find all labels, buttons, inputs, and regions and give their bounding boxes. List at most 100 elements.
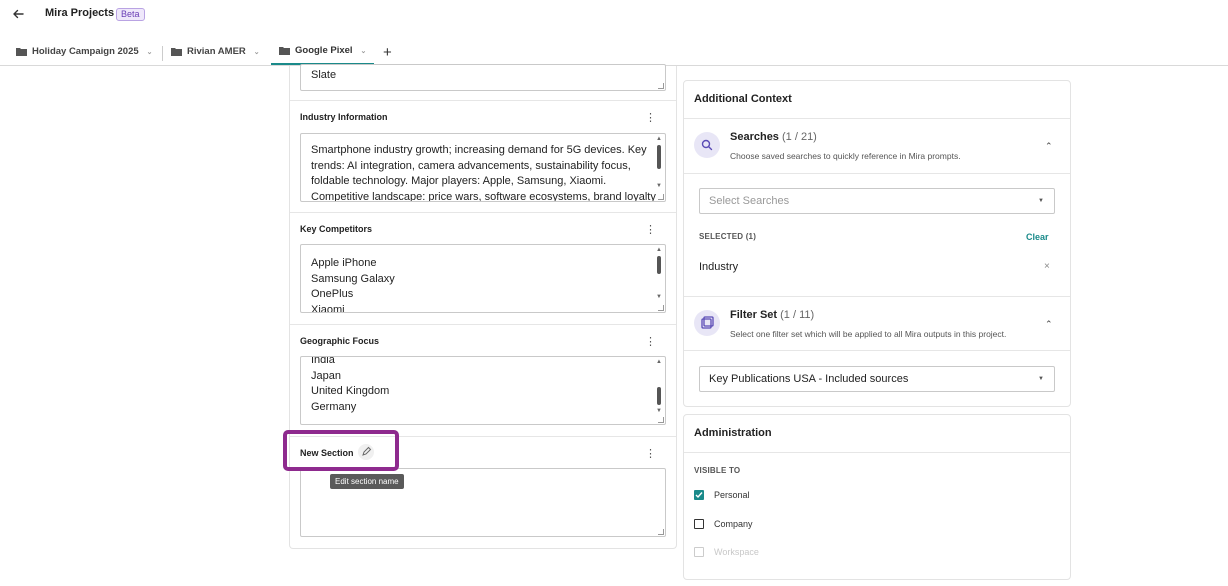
collapse-searches-icon[interactable]: ⌃ bbox=[1045, 141, 1053, 152]
filter-set-count: (1 / 11) bbox=[780, 309, 815, 321]
divider bbox=[684, 173, 1070, 174]
divider bbox=[684, 452, 1070, 453]
searches-count: (1 / 21) bbox=[782, 131, 817, 143]
divider bbox=[684, 350, 1070, 351]
additional-context-card: Additional Context Searches (1 / 21) Cho… bbox=[683, 80, 1071, 407]
top-bar: Mira Projects Beta bbox=[0, 0, 1228, 30]
scroll-up-icon[interactable]: ▲ bbox=[656, 136, 662, 142]
scroll-thumb[interactable] bbox=[657, 387, 661, 405]
scrollbar[interactable]: ▲ ▼ bbox=[656, 136, 662, 189]
section-title: Geographic Focus bbox=[300, 336, 380, 346]
divider bbox=[684, 296, 1070, 297]
geo-textarea[interactable]: India Japan United Kingdom Germany ▲ ▼ bbox=[300, 356, 666, 425]
checkmark-icon bbox=[695, 491, 703, 498]
dropdown-caret-icon: ▼ bbox=[1038, 376, 1044, 382]
searches-description: Choose saved searches to quickly referen… bbox=[730, 151, 961, 161]
text-line: Japan bbox=[311, 369, 341, 382]
section-partial: Slate bbox=[290, 64, 676, 101]
resize-handle[interactable] bbox=[658, 305, 664, 311]
text-line: Apple iPhone bbox=[311, 257, 377, 269]
scroll-thumb[interactable] bbox=[657, 256, 661, 274]
chevron-down-icon[interactable]: ⌄ bbox=[254, 48, 260, 56]
tab-holiday-campaign[interactable]: Holiday Campaign 2025 ⌄ bbox=[16, 38, 153, 65]
administration-card: Administration VISIBLE TO Personal Compa… bbox=[683, 414, 1071, 580]
visible-to-label: VISIBLE TO bbox=[694, 466, 741, 475]
text-line: Xiaomi bbox=[311, 303, 345, 313]
edit-section-name-button[interactable] bbox=[358, 444, 374, 460]
highlight-annotation bbox=[283, 430, 399, 471]
clear-selected-button[interactable]: Clear bbox=[1026, 232, 1049, 242]
tab-label: Rivian AMER bbox=[187, 46, 246, 57]
company-label: Company bbox=[714, 519, 753, 529]
section-textarea[interactable]: Slate bbox=[300, 64, 666, 91]
resize-handle[interactable] bbox=[658, 417, 664, 423]
folder-icon bbox=[279, 47, 290, 55]
resize-handle[interactable] bbox=[658, 529, 664, 535]
searches-title: Searches (1 / 21) bbox=[730, 131, 817, 143]
section-title: Industry Information bbox=[300, 112, 388, 122]
selected-count-label: SELECTED (1) bbox=[699, 232, 757, 241]
folder-icon bbox=[171, 48, 182, 56]
more-options-icon[interactable]: ⋮ bbox=[645, 113, 656, 124]
text-line: Samsung Galaxy bbox=[311, 272, 395, 285]
company-checkbox[interactable] bbox=[694, 519, 704, 529]
chevron-down-icon[interactable]: ⌄ bbox=[147, 48, 153, 56]
tab-google-pixel[interactable]: Google Pixel ⌄ bbox=[271, 38, 375, 65]
text-line: OnePlus bbox=[311, 288, 354, 301]
dropdown-caret-icon: ▼ bbox=[1038, 198, 1044, 204]
text-line: Slate bbox=[311, 69, 337, 81]
filter-set-dropdown[interactable]: Key Publications USA - Included sources … bbox=[699, 366, 1055, 392]
filter-set-description: Select one filter set which will be appl… bbox=[730, 329, 1007, 339]
filter-set-title: Filter Set (1 / 11) bbox=[730, 309, 814, 321]
tab-rivian-amer[interactable]: Rivian AMER ⌄ bbox=[171, 38, 260, 65]
more-options-icon[interactable]: ⋮ bbox=[645, 337, 656, 348]
search-icon bbox=[694, 132, 720, 158]
select-searches-placeholder: Select Searches bbox=[709, 195, 790, 207]
text-line: Germany bbox=[311, 400, 357, 413]
text-line: Competitive landscape: price wars, softw… bbox=[311, 190, 656, 202]
section-industry-information: Industry Information ⋮ Smartphone indust… bbox=[290, 101, 676, 213]
personal-checkbox[interactable] bbox=[694, 490, 704, 500]
collapse-filter-set-icon[interactable]: ⌃ bbox=[1045, 319, 1053, 330]
scrollbar[interactable]: ▲ ▼ bbox=[656, 247, 662, 300]
section-geographic-focus: Geographic Focus ⋮ India Japan United Ki… bbox=[290, 325, 676, 437]
filter-set-title-text: Filter Set bbox=[730, 309, 778, 321]
scrollbar[interactable]: ▲ ▼ bbox=[656, 359, 662, 414]
resize-handle[interactable] bbox=[658, 194, 664, 200]
chevron-down-icon[interactable]: ⌄ bbox=[361, 47, 367, 55]
select-searches-dropdown[interactable]: Select Searches ▼ bbox=[699, 188, 1055, 214]
searches-title-text: Searches bbox=[730, 131, 779, 143]
folder-icon bbox=[16, 48, 27, 56]
filter-set-icon bbox=[694, 310, 720, 336]
pencil-icon bbox=[362, 446, 372, 456]
more-options-icon[interactable]: ⋮ bbox=[645, 225, 656, 236]
scroll-up-icon[interactable]: ▲ bbox=[656, 247, 662, 253]
workspace-label: Workspace bbox=[714, 547, 759, 557]
add-tab-button[interactable]: + bbox=[383, 44, 392, 61]
scroll-thumb[interactable] bbox=[657, 145, 661, 169]
scroll-up-icon[interactable]: ▲ bbox=[656, 359, 662, 365]
workspace-checkbox bbox=[694, 547, 704, 557]
beta-badge: Beta bbox=[116, 8, 145, 21]
project-tab-bar: Holiday Campaign 2025 ⌄ Rivian AMER ⌄ Go… bbox=[0, 38, 1228, 66]
more-options-icon[interactable]: ⋮ bbox=[645, 449, 656, 460]
card-title: Administration bbox=[694, 427, 772, 439]
filter-set-value: Key Publications USA - Included sources bbox=[709, 373, 909, 385]
resize-handle[interactable] bbox=[658, 83, 664, 89]
remove-item-icon[interactable]: × bbox=[1044, 261, 1050, 272]
back-arrow-icon[interactable] bbox=[10, 6, 26, 22]
selected-search-item: Industry bbox=[699, 261, 739, 273]
competitors-textarea[interactable]: Apple iPhone Samsung Galaxy OnePlus Xiao… bbox=[300, 244, 666, 313]
section-key-competitors: Key Competitors ⋮ Apple iPhone Samsung G… bbox=[290, 213, 676, 325]
scroll-down-icon[interactable]: ▼ bbox=[656, 408, 662, 414]
text-line: United Kingdom bbox=[311, 385, 390, 398]
tab-separator bbox=[162, 46, 163, 61]
text-line: India bbox=[311, 356, 335, 366]
industry-textarea[interactable]: Smartphone industry growth; increasing d… bbox=[300, 133, 666, 202]
divider bbox=[684, 118, 1070, 119]
section-title: Key Competitors bbox=[300, 224, 373, 234]
text-line: Smartphone industry growth; increasing d… bbox=[311, 144, 647, 156]
scroll-down-icon[interactable]: ▼ bbox=[656, 294, 662, 300]
scroll-down-icon[interactable]: ▼ bbox=[656, 183, 662, 189]
tab-label: Google Pixel bbox=[295, 45, 353, 56]
